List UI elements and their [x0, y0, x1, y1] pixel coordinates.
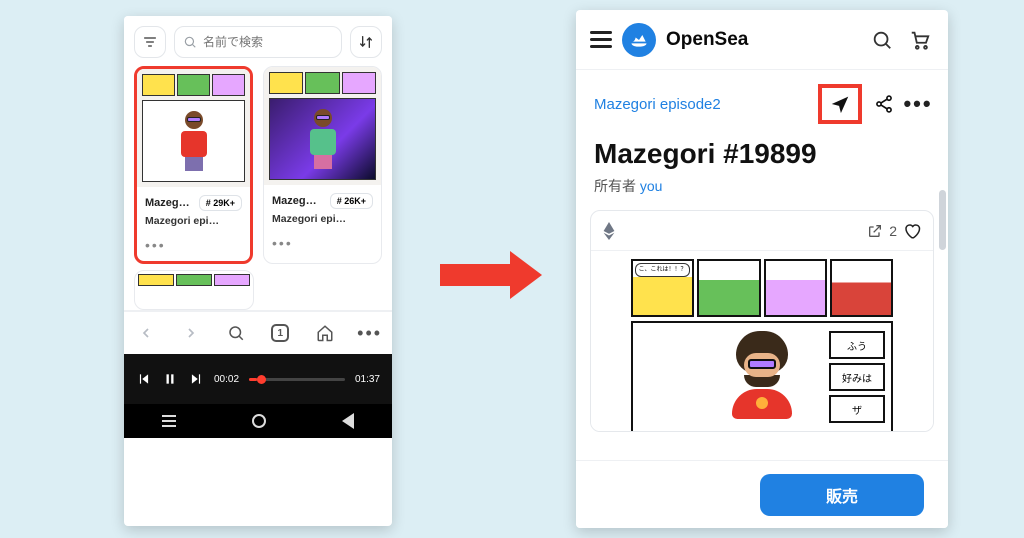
scrollbar-thumb[interactable]: [939, 190, 946, 250]
tab-count: 1: [271, 324, 289, 342]
nft-card[interactable]: Mazeg… # 26K+ Mazegori epi… •••: [263, 66, 382, 264]
comic-text-box: ふう: [829, 331, 885, 359]
nft-card-peek[interactable]: [134, 270, 254, 310]
bottom-action-bar: 販売: [576, 460, 948, 528]
nft-grid-row2: [124, 264, 392, 310]
gallery-toolbar: [124, 16, 392, 66]
nft-name: Mazeg…: [145, 197, 190, 209]
home-icon: [316, 324, 334, 342]
cart-button[interactable]: [906, 26, 934, 54]
seek-bar[interactable]: [249, 378, 345, 381]
share-button[interactable]: [872, 92, 896, 116]
sort-icon: [358, 34, 374, 50]
owner-line: 所有者 you: [594, 176, 930, 196]
comic-figure: [178, 111, 210, 171]
total-time: 01:37: [355, 374, 380, 385]
search-input[interactable]: [203, 35, 333, 49]
elapsed-time: 00:02: [214, 374, 239, 385]
nft-thumbnail: [264, 67, 381, 185]
hamburger-icon: [590, 31, 612, 48]
asset-detail-screen: OpenSea Mazegori episode2 ••• Mazegori #…: [576, 10, 948, 528]
nft-grid: Mazeg… # 29K+ Mazegori epi… •••: [124, 66, 392, 264]
card-more-button[interactable]: •••: [137, 233, 250, 261]
transfer-button[interactable]: [818, 84, 862, 124]
rank-badge: # 29K+: [199, 195, 242, 211]
home-system-button[interactable]: [252, 414, 266, 428]
send-icon: [829, 93, 851, 115]
external-link-icon: [867, 223, 883, 239]
chevron-right-icon: [183, 325, 199, 341]
like-button[interactable]: [903, 222, 921, 240]
asset-meta: Mazegori episode2 •••: [576, 70, 948, 124]
comic-character: [722, 331, 802, 419]
asset-card: 2 こ、これは！！？ ふう: [590, 210, 934, 432]
open-external-button[interactable]: [867, 223, 883, 239]
search-icon: [183, 35, 197, 49]
browser-toolbar: 1 •••: [124, 310, 392, 354]
nft-thumbnail: [137, 69, 250, 187]
comic-figure: [307, 109, 339, 169]
menu-button[interactable]: [590, 31, 612, 48]
media-player: 00:02 01:37: [124, 354, 392, 404]
recents-button[interactable]: [162, 415, 176, 427]
owner-label: 所有者: [594, 178, 636, 194]
prev-track-button[interactable]: [136, 371, 152, 387]
filter-icon: [142, 34, 158, 50]
comic-text-box: ザ: [829, 395, 885, 423]
owner-link[interactable]: you: [640, 178, 663, 194]
back-button[interactable]: [132, 319, 160, 347]
brand-name: OpenSea: [666, 29, 858, 51]
header-search-button[interactable]: [868, 26, 896, 54]
app-header: OpenSea: [576, 10, 948, 70]
sell-button[interactable]: 販売: [760, 474, 924, 516]
opensea-logo[interactable]: [622, 23, 656, 57]
filter-button[interactable]: [134, 26, 166, 58]
comic-strip: こ、これは！！？: [631, 259, 893, 317]
asset-image: こ、これは！！？ ふう 好みは ザ: [591, 251, 933, 431]
chevron-left-icon: [138, 325, 154, 341]
back-system-button[interactable]: [342, 413, 354, 429]
search-field[interactable]: [174, 26, 342, 58]
android-navbar: [124, 404, 392, 438]
collection-link[interactable]: Mazegori episode2: [594, 96, 808, 113]
collection-name: Mazegori epi…: [272, 213, 373, 225]
search-icon: [227, 324, 245, 342]
skip-forward-icon: [189, 372, 203, 386]
like-count: 2: [889, 223, 897, 239]
home-button[interactable]: [311, 319, 339, 347]
asset-title: Mazegori #19899: [594, 138, 930, 170]
more-horizontal-icon: •••: [903, 91, 932, 117]
search-icon: [871, 29, 893, 51]
heart-icon: [903, 222, 921, 240]
next-track-button[interactable]: [188, 371, 204, 387]
ethereum-icon: [603, 222, 615, 240]
nft-name: Mazeg…: [272, 195, 317, 207]
play-pause-button[interactable]: [162, 371, 178, 387]
skip-back-icon: [137, 372, 151, 386]
comic-text-box: 好みは: [829, 363, 885, 391]
nft-card[interactable]: Mazeg… # 29K+ Mazegori epi… •••: [134, 66, 253, 264]
browser-search-button[interactable]: [222, 319, 250, 347]
share-icon: [874, 94, 894, 114]
ship-icon: [629, 30, 649, 50]
cart-icon: [909, 29, 931, 51]
comic-main-panel: ふう 好みは ザ: [631, 321, 893, 431]
more-horizontal-icon: •••: [357, 323, 382, 344]
gallery-screen: Mazeg… # 29K+ Mazegori epi… •••: [124, 16, 392, 526]
tabs-button[interactable]: 1: [266, 319, 294, 347]
flow-arrow: [440, 254, 550, 296]
sort-button[interactable]: [350, 26, 382, 58]
rank-badge: # 26K+: [330, 193, 373, 209]
more-button[interactable]: •••: [906, 92, 930, 116]
pause-icon: [163, 372, 177, 386]
comic-side-panels: ふう 好みは ザ: [829, 331, 885, 423]
card-more-button[interactable]: •••: [264, 231, 381, 259]
speech-bubble: こ、これは！！？: [635, 263, 690, 277]
collection-name: Mazegori epi…: [145, 215, 242, 227]
browser-menu-button[interactable]: •••: [356, 319, 384, 347]
forward-button[interactable]: [177, 319, 205, 347]
